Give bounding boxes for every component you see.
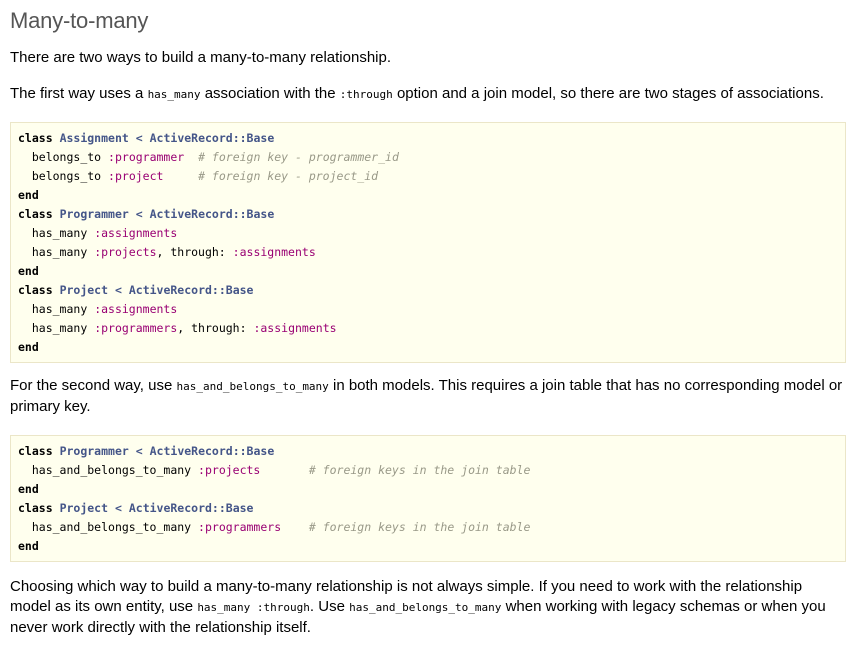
code-comment: # foreign keys in the join table (308, 520, 531, 534)
inline-code: has_many :through (197, 601, 310, 614)
code-class-name: ActiveRecord::Base (128, 501, 254, 515)
code-symbol: :assignments (94, 302, 178, 316)
code-line: has_many :projects, through: :assignment… (18, 243, 838, 262)
code-line: belongs_to :project # foreign key - proj… (18, 167, 838, 186)
code-operator: < (135, 207, 143, 221)
code-symbol: :projects (94, 245, 157, 259)
code-comment: # foreign key - programmer_id (198, 150, 399, 164)
code-class-name: Project (59, 501, 109, 515)
code-symbol: :projects (198, 463, 261, 477)
code-class-name: ActiveRecord::Base (128, 283, 254, 297)
code-line: end (18, 480, 838, 499)
code-method: has_and_belongs_to_many (31, 520, 192, 534)
code-method: has_many (31, 226, 88, 240)
code-method: has_many (31, 245, 88, 259)
code-symbol: :assignments (94, 226, 178, 240)
code-operator: < (114, 501, 122, 515)
code-class-name: Assignment (59, 131, 129, 145)
intro-paragraph: There are two ways to build a many-to-ma… (10, 49, 392, 66)
code-class-name: ActiveRecord::Base (149, 207, 275, 221)
code-method: belongs_to (31, 169, 102, 183)
code-operator: < (135, 131, 143, 145)
code-comment: # foreign keys in the join table (308, 463, 531, 477)
inline-code: has_and_belongs_to_many (349, 601, 502, 614)
code-line: has_many :programmers, through: :assignm… (18, 319, 838, 338)
code-operator: < (114, 283, 122, 297)
code-padding (184, 150, 198, 164)
code-operator: < (135, 444, 143, 458)
code-keyword: end (18, 264, 39, 278)
code-class-name: Programmer (59, 444, 129, 458)
document-content: Many-to-many There are two ways to build… (10, 0, 846, 638)
code-line: end (18, 186, 838, 205)
inline-code: has_and_belongs_to_many (176, 380, 329, 393)
code-line: end (18, 262, 838, 281)
code-separator: , through: (156, 245, 233, 259)
code-keyword: end (18, 188, 39, 202)
second-way-paragraph: For the second way, use has_and_belongs_… (10, 376, 846, 417)
code-method: has_many (31, 321, 88, 335)
code-comment: # foreign key - project_id (198, 169, 379, 183)
code-keyword: class (18, 283, 53, 297)
code-line: belongs_to :programmer # foreign key - p… (18, 148, 838, 167)
code-keyword: class (18, 501, 53, 515)
code-keyword: class (18, 444, 53, 458)
code-block-habtm: class Programmer < ActiveRecord::Base ha… (10, 435, 846, 562)
code-line: end (18, 338, 838, 357)
code-line: has_many :assignments (18, 224, 838, 243)
code-method: belongs_to (31, 150, 102, 164)
code-class-name: ActiveRecord::Base (149, 444, 275, 458)
section-heading: Many-to-many (10, 8, 149, 33)
paragraph-text: option and a join model, so there are tw… (392, 85, 824, 102)
code-class-name: Programmer (59, 207, 129, 221)
code-padding (281, 520, 309, 534)
code-symbol: :programmers (94, 321, 178, 335)
code-line: class Programmer < ActiveRecord::Base (18, 442, 838, 461)
code-keyword: end (18, 539, 39, 553)
inline-code: has_many (147, 88, 201, 101)
code-line: end (18, 537, 838, 556)
code-line: has_and_belongs_to_many :programmers # f… (18, 518, 838, 537)
code-line: class Project < ActiveRecord::Base (18, 499, 838, 518)
code-keyword: end (18, 340, 39, 354)
code-method: has_many (31, 302, 88, 316)
inline-code: :through (339, 88, 393, 101)
paragraph-text: . Use (309, 598, 350, 615)
code-symbol: :assignments (253, 321, 337, 335)
code-padding (163, 169, 198, 183)
code-line: class Assignment < ActiveRecord::Base (18, 129, 838, 148)
code-symbol: :programmers (198, 520, 282, 534)
code-keyword: end (18, 482, 39, 496)
first-way-paragraph: The first way uses a has_many associatio… (10, 84, 846, 105)
code-method: has_and_belongs_to_many (31, 463, 192, 477)
paragraph-text: association with the (200, 85, 340, 102)
code-symbol: :assignments (232, 245, 316, 259)
code-separator: , through: (177, 321, 254, 335)
choosing-paragraph: Choosing which way to build a many-to-ma… (10, 577, 846, 638)
code-line: class Programmer < ActiveRecord::Base (18, 205, 838, 224)
code-symbol: :programmer (108, 150, 185, 164)
paragraph-text: The first way uses a (10, 85, 148, 102)
code-line: has_many :assignments (18, 300, 838, 319)
code-line: class Project < ActiveRecord::Base (18, 281, 838, 300)
code-padding (260, 463, 308, 477)
code-line: has_and_belongs_to_many :projects # fore… (18, 461, 838, 480)
code-symbol: :project (108, 169, 164, 183)
code-keyword: class (18, 207, 53, 221)
code-class-name: Project (59, 283, 109, 297)
paragraph-text: For the second way, use (10, 377, 177, 394)
code-class-name: ActiveRecord::Base (149, 131, 275, 145)
code-keyword: class (18, 131, 53, 145)
code-block-has-many-through: class Assignment < ActiveRecord::Base be… (10, 122, 846, 363)
